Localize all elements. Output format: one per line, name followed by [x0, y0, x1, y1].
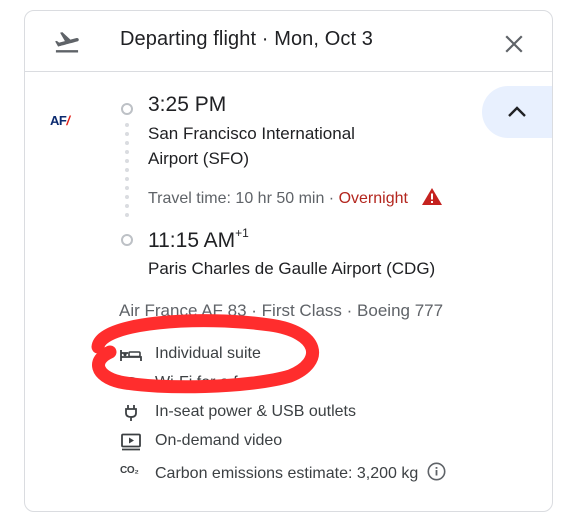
- amenity-label: On-demand video: [155, 432, 283, 449]
- timeline-dot: [125, 213, 129, 217]
- timeline-dot: [125, 168, 129, 172]
- overnight-label: Overnight: [338, 190, 408, 207]
- amenity-label-row: Carbon emissions estimate: 3,200 kg: [155, 462, 446, 483]
- amenity-label: Carbon emissions estimate: 3,200 kg: [155, 465, 419, 482]
- timeline-dot: [125, 204, 129, 208]
- power-plug-icon: [125, 405, 137, 421]
- departure-airport-line2: Airport (SFO): [148, 149, 250, 168]
- card-header: Departing flight · Mon, Oct 3: [25, 11, 552, 72]
- arrival-time: 11:15 AM: [148, 229, 236, 252]
- separator: ·: [324, 190, 339, 207]
- page-title: Departing flight · Mon, Oct 3: [120, 28, 374, 50]
- timeline-dot: [125, 141, 129, 145]
- timeline-dot: [125, 195, 129, 199]
- timeline-dot: [125, 186, 129, 190]
- departure-airport-line1: San Francisco International: [148, 124, 355, 143]
- individual-suite-icon: [120, 350, 142, 361]
- timeline-dot: [125, 159, 129, 163]
- chevron-up-icon: [508, 106, 526, 117]
- airline-logo-accent: /: [66, 113, 70, 128]
- departure-marker: [121, 103, 133, 115]
- travel-time-row: Travel time: 10 hr 50 min · Overnight: [148, 187, 443, 208]
- warning-icon: [422, 188, 443, 205]
- airline-logo-text: AF: [50, 113, 67, 128]
- arrival-time-row: 11:15 AM+1: [148, 226, 249, 253]
- flight-details-card: Departing flight · Mon, Oct 3 AF/ 3:25 P…: [24, 10, 553, 512]
- timeline-dot: [125, 123, 129, 127]
- video-icon: [121, 433, 141, 451]
- co2-icon: CO₂: [120, 465, 139, 476]
- day-offset: +1: [235, 226, 249, 240]
- timeline-dot: [125, 150, 129, 154]
- amenity-label: In-seat power & USB outlets: [155, 403, 356, 420]
- flight-takeoff-icon: [55, 32, 79, 53]
- info-icon[interactable]: [427, 462, 446, 481]
- timeline-dot: [125, 132, 129, 136]
- travel-time: Travel time: 10 hr 50 min: [148, 190, 325, 207]
- wifi-icon: [121, 377, 141, 389]
- arrival-airport: Paris Charles de Gaulle Airport (CDG): [148, 259, 436, 278]
- close-icon[interactable]: [504, 34, 524, 54]
- timeline-dot: [125, 177, 129, 181]
- amenity-label: Individual suite: [155, 345, 261, 362]
- arrival-marker: [121, 234, 133, 246]
- flight-info: Air France AF 83 · First Class · Boeing …: [119, 301, 444, 320]
- airline-logo: AF/: [50, 113, 70, 128]
- departure-time: 3:25 PM: [148, 93, 227, 116]
- collapse-button[interactable]: [482, 86, 552, 138]
- amenity-label: Wi-Fi for a fee: [155, 374, 256, 391]
